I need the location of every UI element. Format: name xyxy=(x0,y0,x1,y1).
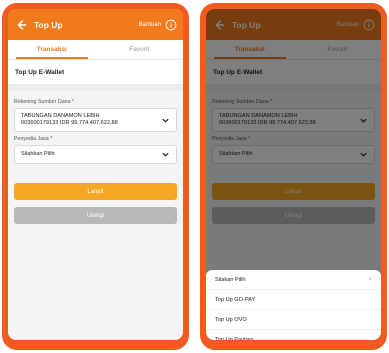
close-icon[interactable]: × xyxy=(368,277,372,283)
chevron-down-icon xyxy=(162,152,169,157)
provider-bottom-sheet: Silakan Pilih × Top Up GO-PAY Top Up OVO… xyxy=(206,270,381,340)
source-account-select[interactable]: TABUNGAN DANAMON LEBIH 003600179133 IDR … xyxy=(14,108,177,132)
provider-select[interactable]: Silahkan Pilih xyxy=(14,145,177,164)
back-arrow-icon[interactable] xyxy=(14,18,28,32)
section-divider xyxy=(8,84,183,91)
source-account-label: Rekening Sumber Dana * xyxy=(14,99,75,105)
phone-frame-right: Top Up Bantuan Transaksi Favorit Top Up … xyxy=(200,3,387,350)
screen-right: Top Up Bantuan Transaksi Favorit Top Up … xyxy=(206,9,381,340)
tab-bar: Transaksi Favorit xyxy=(8,40,183,60)
reset-button[interactable]: Ulangi xyxy=(14,207,177,224)
help-link[interactable]: Bantuan xyxy=(139,22,161,28)
option-gopay[interactable]: Top Up GO-PAY xyxy=(206,290,381,310)
phone-frame-left: Top Up Bantuan Transaksi Favorit Top Up … xyxy=(2,3,189,350)
screen-left: Top Up Bantuan Transaksi Favorit Top Up … xyxy=(8,9,183,340)
source-account-value: TABUNGAN DANAMON LEBIH 003600179133 IDR … xyxy=(21,113,161,127)
info-icon[interactable] xyxy=(165,19,177,31)
form-body: Rekening Sumber Dana * TABUNGAN DANAMON … xyxy=(8,91,183,228)
provider-value: Silahkan Pilih xyxy=(21,151,55,157)
tab-favorit[interactable]: Favorit xyxy=(96,40,184,59)
source-account-number: 003600179133 IDR 99.774.407.622,88 xyxy=(21,120,118,126)
provider-label: Penyedia Jasa * xyxy=(14,136,53,142)
chevron-down-icon xyxy=(162,118,169,123)
section-title: Top Up E-Wallet xyxy=(8,60,183,84)
sheet-title: Silakan Pilih xyxy=(215,276,246,283)
sheet-header: Silakan Pilih × xyxy=(206,270,381,290)
page-title: Top Up xyxy=(34,19,63,30)
continue-button[interactable]: Lanjut xyxy=(14,183,177,200)
source-account-name: TABUNGAN DANAMON LEBIH xyxy=(21,113,100,119)
tab-transaksi[interactable]: Transaksi xyxy=(8,40,96,59)
option-paytren[interactable]: Top Up Paytren xyxy=(206,330,381,341)
app-bar: Top Up Bantuan xyxy=(8,9,183,40)
option-ovo[interactable]: Top Up OVO xyxy=(206,310,381,330)
